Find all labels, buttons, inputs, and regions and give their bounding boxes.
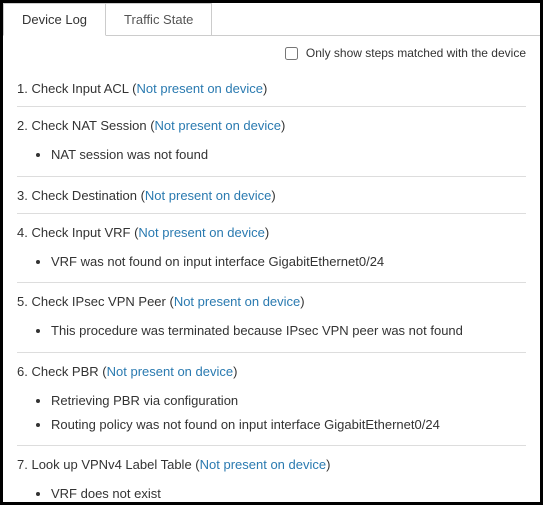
step-detail-item: VRF was not found on input interface Gig… xyxy=(51,250,526,274)
not-present-link[interactable]: Not present on device xyxy=(155,118,281,133)
not-present-link[interactable]: Not present on device xyxy=(145,188,271,203)
step: 3. Check Destination (Not present on dev… xyxy=(17,177,526,214)
not-present-link[interactable]: Not present on device xyxy=(107,364,233,379)
tab-traffic-state[interactable]: Traffic State xyxy=(106,3,212,35)
step-number: 2 xyxy=(17,118,24,133)
step-details: Retrieving PBR via configurationRouting … xyxy=(17,381,526,437)
step-title: 7. Look up VPNv4 Label Table (Not presen… xyxy=(17,456,526,474)
step-title: 3. Check Destination (Not present on dev… xyxy=(17,187,526,205)
not-present-link[interactable]: Not present on device xyxy=(200,457,326,472)
tab-bar: Device Log Traffic State xyxy=(3,3,540,36)
step-detail-item: NAT session was not found xyxy=(51,143,526,167)
not-present-link[interactable]: Not present on device xyxy=(138,225,264,240)
step-details: VRF was not found on input interface Gig… xyxy=(17,242,526,274)
step-number: 3 xyxy=(17,188,24,203)
step: 1. Check Input ACL (Not present on devic… xyxy=(17,70,526,107)
step-list: 1. Check Input ACL (Not present on devic… xyxy=(3,66,540,524)
step-number: 7 xyxy=(17,457,24,472)
step-title: 2. Check NAT Session (Not present on dev… xyxy=(17,117,526,135)
not-present-link[interactable]: Not present on device xyxy=(174,294,300,309)
step-details: NAT session was not found xyxy=(17,135,526,167)
step-name: Check Input VRF xyxy=(31,225,130,240)
step: 7. Look up VPNv4 Label Table (Not presen… xyxy=(17,446,526,514)
step-number: 1 xyxy=(17,81,24,96)
step-detail-item: Retrieving PBR via configuration xyxy=(51,389,526,413)
step: 5. Check IPsec VPN Peer (Not present on … xyxy=(17,283,526,352)
filter-row: Only show steps matched with the device xyxy=(3,36,540,66)
step-name: Check IPsec VPN Peer xyxy=(31,294,165,309)
step: 6. Check PBR (Not present on device)Retr… xyxy=(17,353,526,447)
filter-checkbox[interactable] xyxy=(285,47,298,60)
step-details: This procedure was terminated because IP… xyxy=(17,311,526,343)
step-name: Check Destination xyxy=(31,188,137,203)
step-number: 4 xyxy=(17,225,24,240)
step: 4. Check Input VRF (Not present on devic… xyxy=(17,214,526,283)
step-number: 6 xyxy=(17,364,24,379)
step-detail-item: This procedure was terminated because IP… xyxy=(51,319,526,343)
step-title: 4. Check Input VRF (Not present on devic… xyxy=(17,224,526,242)
tab-device-log[interactable]: Device Log xyxy=(3,3,106,36)
step-detail-item: VRF does not exist xyxy=(51,482,526,506)
step-title: 1. Check Input ACL (Not present on devic… xyxy=(17,80,526,98)
filter-label: Only show steps matched with the device xyxy=(306,46,526,60)
step-details: VRF does not exist xyxy=(17,474,526,506)
not-present-link[interactable]: Not present on device xyxy=(137,81,263,96)
step: 2. Check NAT Session (Not present on dev… xyxy=(17,107,526,176)
step-title: 6. Check PBR (Not present on device) xyxy=(17,363,526,381)
step-number: 5 xyxy=(17,294,24,309)
step-name: Look up VPNv4 Label Table xyxy=(31,457,191,472)
step-detail-item: Routing policy was not found on input in… xyxy=(51,413,526,437)
step-name: Check PBR xyxy=(31,364,98,379)
step-name: Check NAT Session xyxy=(31,118,146,133)
step-name: Check Input ACL xyxy=(31,81,128,96)
step-title: 5. Check IPsec VPN Peer (Not present on … xyxy=(17,293,526,311)
